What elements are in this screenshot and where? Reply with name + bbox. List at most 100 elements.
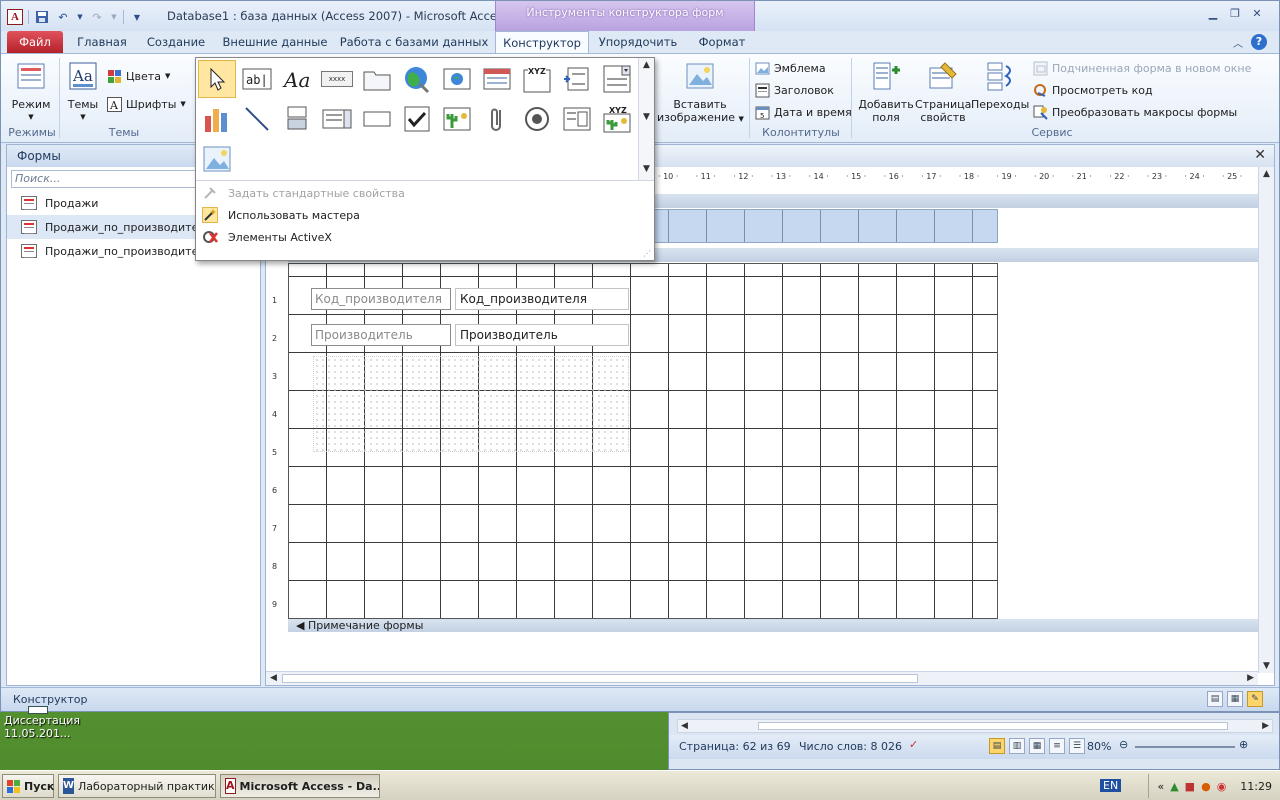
textbox-manufacturer-id[interactable]: Код_производителя <box>455 288 629 310</box>
restore-icon[interactable]: ❐ <box>1227 7 1243 21</box>
menu-set-control-defaults[interactable]: Задать стандартные свойства <box>196 182 654 204</box>
gallery-scroll-up-icon[interactable]: ▲ <box>643 60 650 70</box>
form-view-icon[interactable]: ▤ <box>1207 691 1223 707</box>
date-time-button[interactable]: 5 Дата и время <box>755 102 852 122</box>
check-box-control[interactable] <box>398 100 436 138</box>
convert-macros-button[interactable]: Преобразовать макросы формы <box>1033 102 1237 122</box>
add-existing-fields-button[interactable]: Добавить поля <box>857 60 915 124</box>
textbox-control[interactable]: ab| <box>238 60 276 98</box>
minimize-icon[interactable]: ▁ <box>1205 7 1221 21</box>
redo-dropdown-icon[interactable]: ▼ <box>110 9 118 25</box>
horizontal-scrollbar[interactable]: ◀ ▶ <box>266 671 1258 685</box>
zoom-in-icon[interactable]: ⊕ <box>1239 738 1248 751</box>
minimize-ribbon-icon[interactable]: ︿ <box>1233 35 1243 50</box>
subform-control[interactable] <box>558 100 596 138</box>
rectangle-control[interactable] <box>358 100 396 138</box>
scroll-right-icon[interactable]: ▶ <box>1247 673 1254 683</box>
menu-use-control-wizards[interactable]: Использовать мастера <box>196 204 654 226</box>
taskbar-item-word[interactable]: W Лабораторный практик... <box>58 774 216 798</box>
tab-arrange[interactable]: Упорядочить <box>595 31 681 53</box>
tray-expand-icon[interactable]: « <box>1157 780 1164 793</box>
attachment-control[interactable] <box>478 100 516 138</box>
undo-dropdown-icon[interactable]: ▼ <box>76 9 84 25</box>
select-pointer-control[interactable] <box>198 60 236 98</box>
language-indicator[interactable]: EN <box>1100 779 1122 792</box>
undo-icon[interactable]: ↶ <box>55 9 71 25</box>
zoom-out-icon[interactable]: ⊖ <box>1119 738 1128 751</box>
gallery-scrollbar[interactable]: ▲ ▼ ▼ <box>638 58 654 180</box>
start-button[interactable]: Пуск <box>2 774 54 798</box>
resize-grip-icon[interactable]: ⋰ <box>643 249 651 258</box>
word-zoom-level[interactable]: 80% <box>1087 740 1111 753</box>
page-break-control[interactable] <box>558 60 596 98</box>
redo-icon[interactable]: ↷ <box>89 9 105 25</box>
clock[interactable]: 11:29 <box>1240 780 1272 793</box>
label-manufacturer-id[interactable]: Код_производителя <box>311 288 451 310</box>
menu-activex-controls[interactable]: Элементы ActiveX <box>196 226 654 248</box>
list-box-control[interactable] <box>318 100 356 138</box>
tab-create[interactable]: Создание <box>141 31 211 53</box>
title-button[interactable]: Заголовок <box>755 80 834 100</box>
reading-layout-icon[interactable]: ▥ <box>1009 738 1025 754</box>
vertical-scrollbar[interactable]: ▲ ▼ <box>1258 167 1274 673</box>
detail-section[interactable]: Код_производителя Код_производителя Прои… <box>288 263 998 619</box>
access-logo-icon[interactable]: A <box>7 9 23 25</box>
navigation-control[interactable] <box>478 60 516 98</box>
desktop-icon-dissertation[interactable]: Диссертация 11.05.201... <box>4 706 84 740</box>
label-control[interactable]: Aa <box>278 60 316 98</box>
scroll-left-icon[interactable]: ◀ <box>270 673 277 683</box>
scroll-up-icon[interactable]: ▲ <box>1263 169 1270 179</box>
tab-external-data[interactable]: Внешние данные <box>219 31 331 53</box>
form-footer-section[interactable] <box>288 632 1258 668</box>
image-control[interactable] <box>198 140 236 178</box>
word-hscroll[interactable]: ◀ ▶ <box>677 719 1273 733</box>
view-code-button[interactable]: Просмотреть код <box>1033 80 1153 100</box>
word-word-count[interactable]: Число слов: 8 026 <box>799 740 902 753</box>
tray-app-icon[interactable]: ◉ <box>1217 780 1227 793</box>
tab-design[interactable]: Конструктор <box>495 31 589 53</box>
close-icon[interactable]: ✕ <box>1249 7 1265 21</box>
scroll-down-icon[interactable]: ▼ <box>1263 661 1270 671</box>
scroll-left-icon[interactable]: ◀ <box>681 721 688 731</box>
print-layout-icon[interactable]: ▤ <box>989 738 1005 754</box>
taskbar-item-access[interactable]: A Microsoft Access - Da... <box>220 774 380 798</box>
save-icon[interactable] <box>34 9 50 25</box>
view-button[interactable]: Режим ▼ <box>9 60 53 124</box>
label-manufacturer[interactable]: Производитель <box>311 324 451 346</box>
scroll-thumb[interactable] <box>758 722 1228 730</box>
draft-icon[interactable]: ☰ <box>1069 738 1085 754</box>
property-sheet-button[interactable]: Страница свойств <box>915 60 971 124</box>
spelling-icon[interactable]: ✓ <box>909 738 918 751</box>
fonts-button[interactable]: A Шрифты ▼ <box>107 94 186 114</box>
insert-image-button[interactable]: Вставить изображение ▼ <box>657 60 744 126</box>
themes-button[interactable]: Aa Темы ▼ <box>65 60 101 124</box>
form-footer-band[interactable]: ◀ Примечание формы <box>288 619 1258 633</box>
button-control[interactable]: xxxx <box>318 60 356 98</box>
zoom-slider[interactable] <box>1135 746 1235 748</box>
colors-button[interactable]: Цвета ▼ <box>107 66 170 86</box>
textbox-manufacturer[interactable]: Производитель <box>455 324 629 346</box>
unbound-object-frame-control[interactable] <box>438 100 476 138</box>
close-document-icon[interactable]: ✕ <box>1254 147 1266 163</box>
scroll-thumb[interactable] <box>282 674 918 683</box>
customize-qat-icon[interactable]: ▼ <box>129 9 145 25</box>
tab-format[interactable]: Формат <box>689 31 755 53</box>
subform-new-window-button[interactable]: Подчиненная форма в новом окне <box>1033 58 1251 78</box>
logo-button[interactable]: Эмблема <box>755 58 826 78</box>
chart-control[interactable] <box>198 100 236 138</box>
tray-app-icon[interactable]: ■ <box>1185 780 1195 793</box>
tab-file[interactable]: Файл <box>7 31 63 53</box>
web-layout-icon[interactable]: ▦ <box>1029 738 1045 754</box>
combo-box-control[interactable] <box>598 60 636 98</box>
tab-home[interactable]: Главная <box>71 31 133 53</box>
word-page-count[interactable]: Страница: 62 из 69 <box>679 740 791 753</box>
tab-database-tools[interactable]: Работа с базами данных <box>339 31 489 53</box>
option-group-control[interactable]: XYZ <box>518 60 556 98</box>
gallery-scroll-down-icon[interactable]: ▼ <box>643 112 650 122</box>
toggle-button-control[interactable] <box>278 100 316 138</box>
line-control[interactable] <box>238 100 276 138</box>
bound-object-frame-control[interactable]: XYZ <box>598 100 636 138</box>
tab-order-button[interactable]: Переходы <box>971 60 1029 111</box>
scroll-right-icon[interactable]: ▶ <box>1262 721 1269 731</box>
hyperlink-control[interactable] <box>398 60 436 98</box>
